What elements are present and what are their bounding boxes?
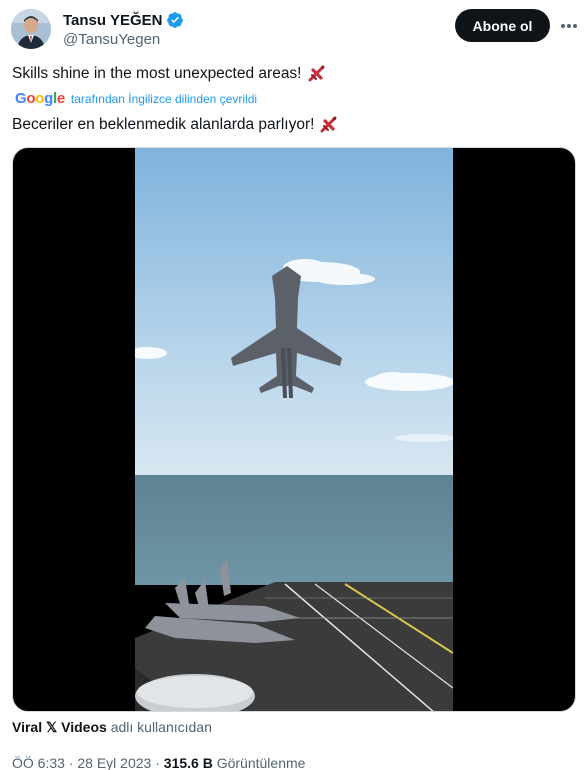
more-dots-icon [561,24,577,28]
video-attribution: Viral 𝕏 Videos adlı kullanıcıdan [12,719,212,736]
tweet-text-original-label: Skills shine in the most unexpected area… [12,65,302,82]
google-logo: Google [15,90,65,107]
author-name[interactable]: Tansu YEĞEN [63,12,162,29]
tweet-date[interactable]: 28 Eyl 2023 [77,755,151,770]
views-label: Görüntülenme [216,755,306,770]
attribution-suffix: adlı kullanıcıdan [110,719,212,735]
airplane-emoji-icon [319,115,339,135]
tweet-meta: ÖÖ 6:33 · 28 Eyl 2023 · 315.6 B Görüntül… [12,755,305,770]
tweet-text-translated-label: Beceriler en beklenmedik alanlarda parlı… [12,116,315,133]
tweet-time[interactable]: ÖÖ 6:33 [12,755,65,770]
verified-badge-icon [166,11,184,29]
attribution-source[interactable]: Viral 𝕏 Videos [12,719,107,735]
video-frame [135,148,453,711]
more-options-button[interactable] [559,17,579,35]
carrier-deck [135,560,453,711]
tweet-text-original: Skills shine in the most unexpected area… [12,64,327,84]
meta-separator: · [68,755,74,770]
follow-button[interactable]: Abone ol [455,9,550,42]
person-avatar-icon [11,9,51,49]
translation-note: Google tarafından İngilizce dilinden çev… [15,90,257,107]
avatar[interactable] [11,9,51,49]
sea [135,475,453,585]
airplane-emoji-icon [307,64,327,84]
meta-separator: · [155,755,160,770]
views-count: 315.6 B [163,755,213,770]
author-block: Tansu YEĞEN @TansuYegen [63,11,184,48]
tweet-text-translated: Beceriler en beklenmedik alanlarda parlı… [12,115,339,135]
video-player[interactable] [12,147,576,712]
author-handle[interactable]: @TansuYegen [63,31,184,48]
translation-note-text[interactable]: tarafından İngilizce dilinden çevrildi [71,92,257,106]
